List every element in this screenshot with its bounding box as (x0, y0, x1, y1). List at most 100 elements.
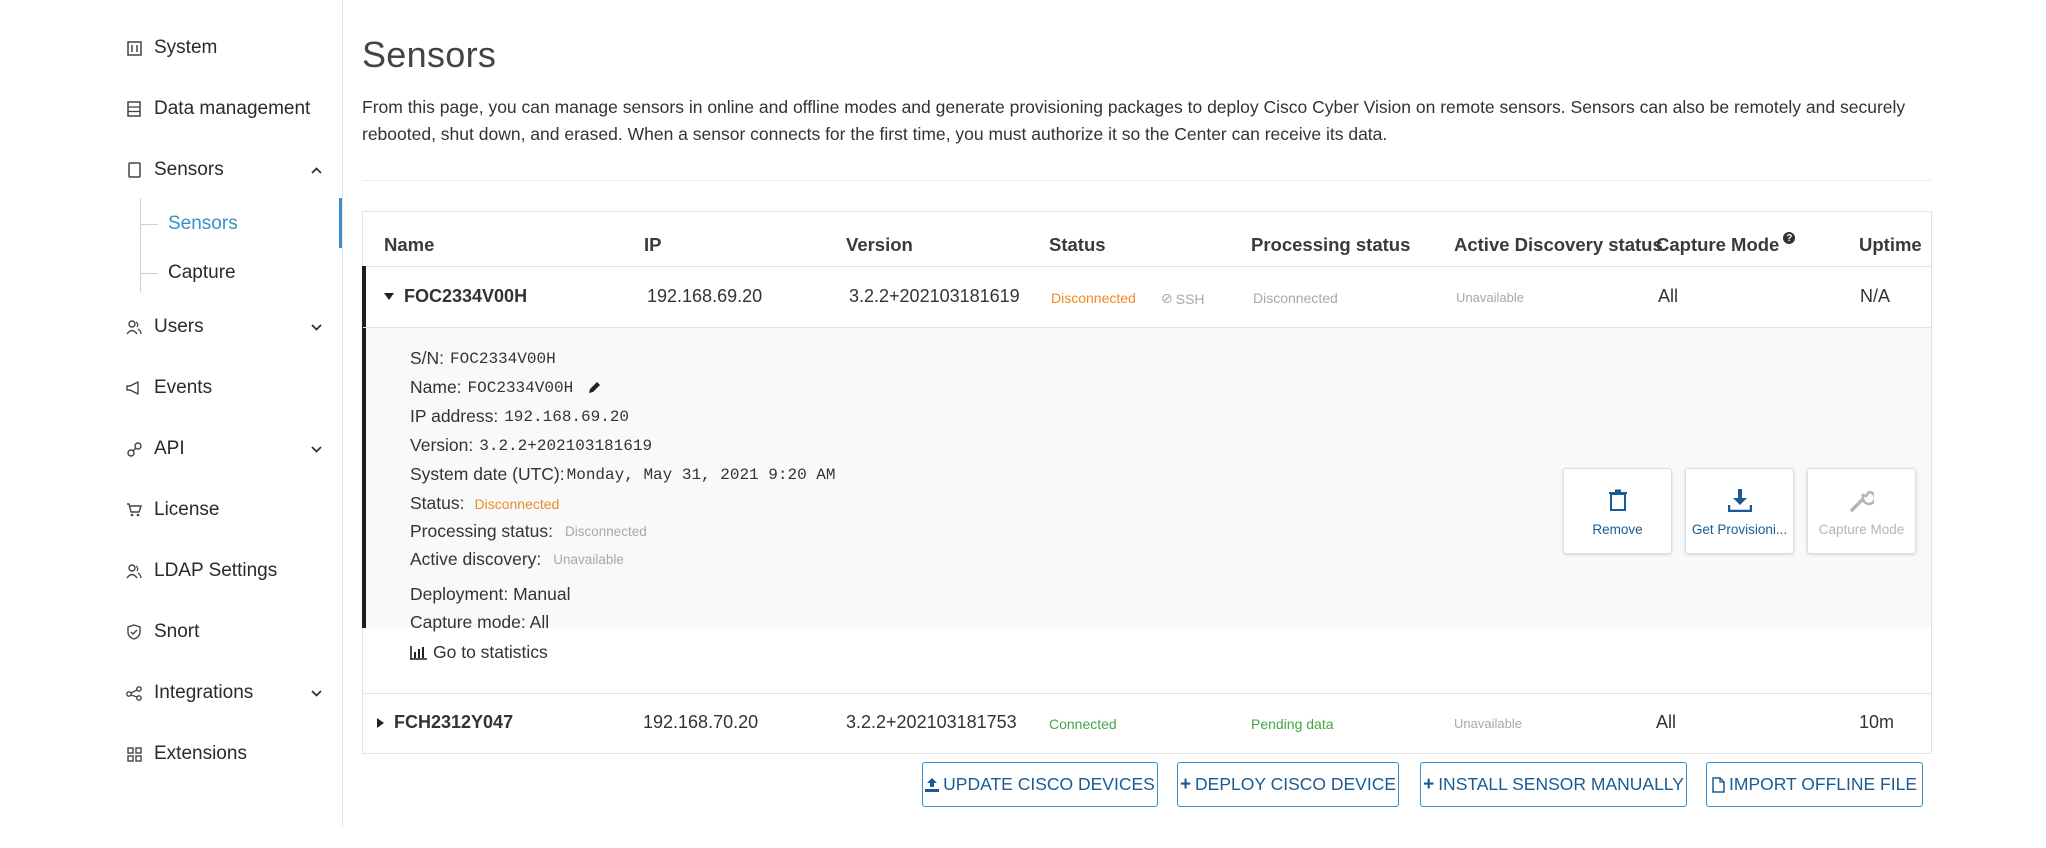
no-ssh-icon: ⊘ (1161, 290, 1173, 306)
page-description: From this page, you can manage sensors i… (362, 97, 1906, 144)
plus-icon: + (1179, 773, 1192, 795)
sidebar-subitem-sensors[interactable]: Sensors (140, 209, 238, 239)
sensor-name: FOC2334V00H (404, 286, 528, 306)
detail-processing-status: Processing status: Disconnected (410, 521, 647, 541)
data-management-icon (126, 101, 142, 117)
api-icon (126, 441, 142, 457)
wrench-icon (1849, 486, 1874, 514)
sidebar-subitem-capture[interactable]: Capture (140, 258, 236, 288)
status-badge: Connected (1049, 716, 1117, 732)
column-header-capture-mode[interactable]: Capture Mode ? (1656, 232, 1796, 256)
column-header-processing-status[interactable]: Processing status (1251, 234, 1410, 256)
trash-icon (1608, 486, 1627, 514)
sensor-ip: 192.168.70.20 (643, 712, 759, 732)
detail-deployment: Deployment: Manual (410, 584, 571, 604)
update-cisco-devices-button[interactable]: UPDATE CISCO DEVICES (922, 762, 1158, 807)
chevron-down-icon[interactable] (310, 321, 322, 333)
sidebar-item-label: API (154, 438, 185, 459)
capture-mode-button[interactable]: Capture Mode (1807, 468, 1916, 554)
events-icon (126, 380, 142, 396)
go-to-statistics-link[interactable]: Go to statistics (410, 642, 548, 663)
sidebar-item-extensions[interactable]: Extensions (126, 739, 247, 769)
remove-button[interactable]: Remove (1563, 468, 1672, 554)
sidebar-item-system[interactable]: System (126, 33, 217, 63)
active-discovery-status: Unavailable (1454, 716, 1522, 731)
integrations-icon (126, 685, 142, 701)
column-header-version[interactable]: Version (846, 234, 913, 256)
active-discovery-status: Unavailable (1456, 290, 1524, 305)
sidebar-item-users[interactable]: Users (126, 312, 204, 342)
page-title: Sensors (362, 34, 497, 75)
detail-ip: IP address: 192.168.69.20 (410, 406, 630, 426)
detail-version: Version: 3.2.2+202103181619 (410, 435, 653, 455)
caret-right-icon[interactable] (377, 717, 384, 728)
sidebar-item-snort[interactable]: Snort (126, 617, 199, 647)
license-icon (126, 502, 142, 518)
snort-icon (126, 624, 142, 640)
sidebar-item-license[interactable]: License (126, 495, 220, 525)
sidebar-item-integrations[interactable]: Integrations (126, 678, 253, 708)
sidebar-item-data-management[interactable]: Data management (126, 94, 310, 124)
column-header-uptime[interactable]: Uptime (1859, 234, 1922, 256)
active-indicator (339, 198, 342, 248)
install-sensor-manually-button[interactable]: + INSTALL SENSOR MANUALLY (1420, 762, 1687, 807)
chevron-down-icon[interactable] (310, 443, 322, 455)
sidebar-item-label: Integrations (154, 682, 254, 703)
pencil-icon[interactable] (587, 380, 602, 395)
ssh-indicator: ⊘ SSH (1161, 290, 1205, 307)
deploy-cisco-device-button[interactable]: + DEPLOY CISCO DEVICE (1177, 762, 1399, 807)
sidebar-item-api[interactable]: API (126, 434, 185, 464)
detail-active-discovery: Active discovery: Unavailable (410, 549, 624, 569)
extensions-icon (126, 746, 142, 762)
sensor-name: FCH2312Y047 (394, 712, 514, 732)
detail-name: Name: FOC2334V00H (410, 377, 602, 398)
uptime: N/A (1860, 286, 1891, 306)
sidebar-item-sensors[interactable]: Sensors (126, 155, 224, 185)
import-offline-file-button[interactable]: IMPORT OFFLINE FILE (1706, 762, 1923, 807)
download-icon (1727, 486, 1752, 514)
sidebar-item-label: LDAP Settings (154, 560, 278, 581)
users-icon (126, 319, 142, 335)
sidebar: System Data management Sensors Sensors C… (0, 0, 343, 826)
processing-status: Disconnected (1253, 290, 1338, 306)
uptime: 10m (1859, 712, 1895, 732)
sidebar-item-label: License (154, 499, 220, 520)
caret-down-icon[interactable] (384, 293, 394, 300)
capture-mode: All (1658, 286, 1679, 306)
sidebar-item-label: Events (154, 377, 213, 398)
chevron-down-icon[interactable] (310, 687, 322, 699)
sidebar-item-label: Snort (154, 621, 200, 642)
sidebar-item-label: Sensors (154, 159, 224, 180)
help-icon[interactable]: ? (1783, 232, 1796, 244)
sensor-ip: 192.168.69.20 (647, 286, 763, 306)
capture-mode: All (1656, 712, 1677, 732)
column-header-name[interactable]: Name (384, 234, 434, 256)
ldap-icon (126, 563, 142, 579)
sensors-table: Name IP Version Status Processing status… (362, 211, 1932, 754)
sensor-version: 3.2.2+202103181753 (846, 712, 1017, 732)
sidebar-item-label: System (154, 37, 218, 58)
detail-capture-mode: Capture mode: All (410, 612, 550, 632)
detail-system-date: System date (UTC): Monday, May 31, 2021 … (410, 464, 836, 484)
column-header-ip[interactable]: IP (644, 234, 661, 256)
status-badge: Disconnected (1051, 290, 1136, 306)
chevron-up-icon[interactable] (310, 164, 322, 176)
sensor-version: 3.2.2+202103181619 (849, 286, 1020, 306)
sidebar-item-label: Users (154, 316, 204, 337)
column-header-status[interactable]: Status (1049, 234, 1106, 256)
system-icon (126, 40, 142, 56)
plus-icon: + (1423, 773, 1435, 795)
file-icon (1712, 776, 1725, 793)
get-provisioning-button[interactable]: Get Provisioni... (1685, 468, 1794, 554)
sidebar-item-ldap-settings[interactable]: LDAP Settings (126, 556, 277, 586)
sidebar-item-label: Extensions (154, 743, 247, 764)
divider (362, 180, 1932, 181)
bar-chart-icon (410, 645, 427, 660)
upload-icon (925, 777, 940, 792)
sensors-icon (126, 162, 142, 178)
sidebar-item-events[interactable]: Events (126, 373, 212, 403)
sidebar-item-label: Data management (154, 98, 311, 119)
column-header-active-discovery[interactable]: Active Discovery status (1454, 234, 1663, 256)
detail-sn: S/N: FOC2334V00H (410, 348, 556, 368)
detail-status: Status: Disconnected (410, 493, 560, 513)
